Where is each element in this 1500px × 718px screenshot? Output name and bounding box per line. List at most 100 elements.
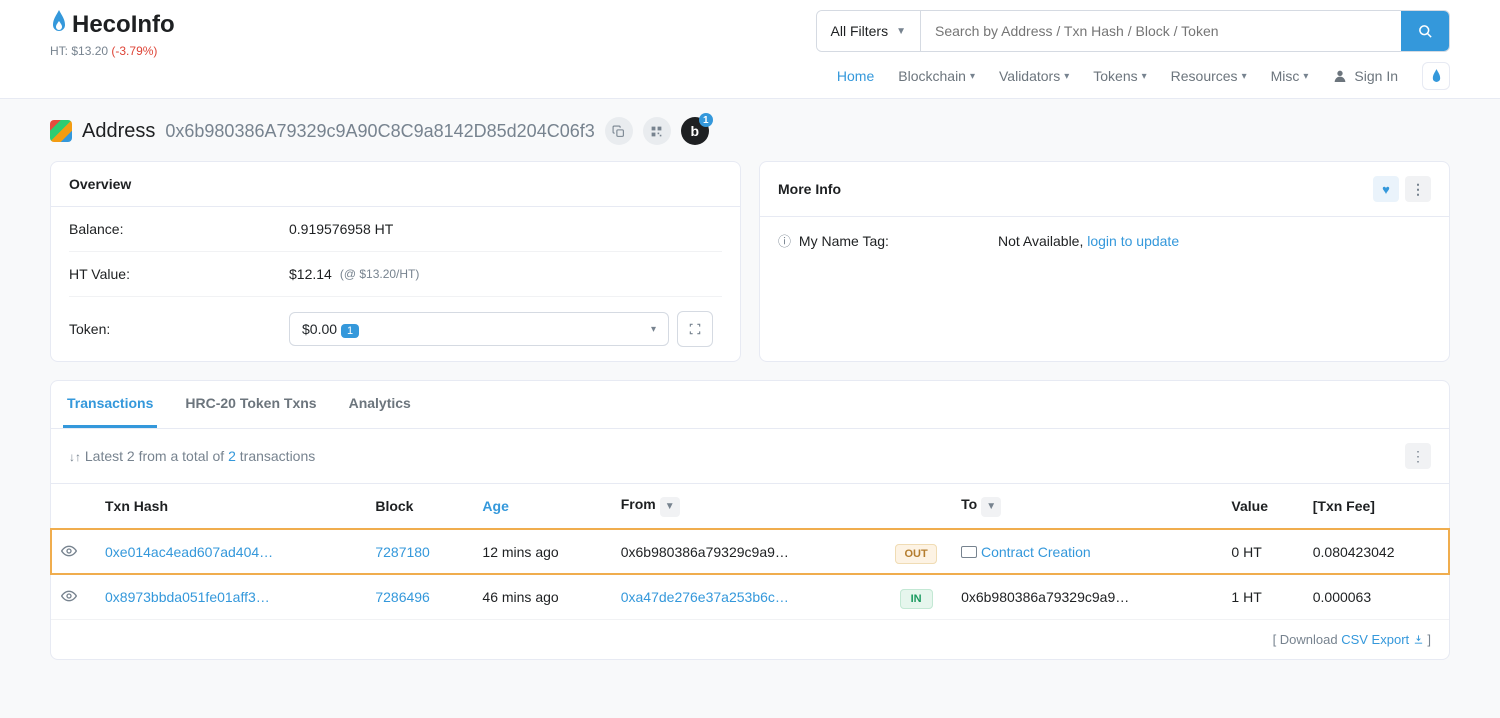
search-input[interactable]: [921, 11, 1401, 51]
from-filter-button[interactable]: ▼: [660, 497, 680, 517]
transactions-table: Txn Hash Block Age From▼ To▼ Value [Txn …: [51, 483, 1449, 620]
col-from: From: [621, 496, 656, 512]
nav-blockchain[interactable]: Blockchain▾: [898, 68, 975, 84]
user-icon: [1332, 68, 1348, 84]
nav-misc[interactable]: Misc▾: [1271, 68, 1309, 84]
view-txn-button[interactable]: [61, 589, 77, 605]
chevron-down-icon: ▾: [1303, 71, 1308, 82]
chevron-down-icon: ▾: [1142, 71, 1147, 82]
chevron-down-icon: ▾: [1242, 71, 1247, 82]
signin-link[interactable]: Sign In: [1332, 68, 1398, 84]
txn-to: 0x6b980386a79329c9a9…: [961, 589, 1129, 605]
expand-button[interactable]: [677, 311, 713, 347]
chevron-down-icon: ▾: [1064, 71, 1069, 82]
to-filter-button[interactable]: ▼: [981, 497, 1001, 517]
txn-block-link[interactable]: 7287180: [375, 544, 430, 560]
chevron-down-icon: ▾: [651, 324, 656, 335]
flame-icon: [50, 10, 68, 40]
favorite-button[interactable]: ♥: [1373, 176, 1399, 202]
htvalue-value: $12.14: [289, 266, 332, 282]
txn-fee: 0.080423042: [1303, 529, 1449, 574]
nav-tokens[interactable]: Tokens▾: [1093, 68, 1146, 84]
csv-export-link[interactable]: CSV Export: [1341, 632, 1424, 647]
expand-icon: [688, 322, 702, 336]
txn-to-link[interactable]: Contract Creation: [981, 544, 1091, 560]
qr-button[interactable]: [643, 117, 671, 145]
network-badge[interactable]: [1422, 62, 1450, 90]
col-value: Value: [1221, 484, 1302, 530]
address-header: Address 0x6b980386A79329c9A90C8C9a8142D8…: [50, 117, 1450, 145]
eye-icon: [61, 590, 77, 602]
search-filter-select[interactable]: All Filters▼: [817, 11, 921, 51]
table-options-button[interactable]: ⋮: [1405, 443, 1431, 469]
search-icon: [1418, 24, 1433, 39]
col-fee: [Txn Fee]: [1303, 484, 1449, 530]
txn-fee: 0.000063: [1303, 574, 1449, 619]
notification-count: 1: [699, 113, 713, 127]
search-bar: All Filters▼: [816, 10, 1450, 52]
txn-hash-link[interactable]: 0xe014ac4ead607ad404…: [105, 544, 273, 560]
nav-validators[interactable]: Validators▾: [999, 68, 1069, 84]
transactions-card: Transactions HRC-20 Token Txns Analytics…: [50, 380, 1450, 660]
txn-block-link[interactable]: 7286496: [375, 589, 430, 605]
table-row: 0xe014ac4ead607ad404… 7287180 12 mins ago 0…: [51, 529, 1449, 574]
col-age[interactable]: Age: [472, 484, 610, 530]
logo[interactable]: HecoInfo: [50, 10, 175, 40]
htvalue-rate: (@ $13.20/HT): [340, 267, 420, 281]
nametag-na: Not Available,: [998, 233, 1087, 249]
nametag-label: My Name Tag:: [799, 233, 889, 249]
price-ticker: HT: $13.20 (-3.79%): [50, 44, 175, 58]
token-label: Token:: [69, 321, 289, 337]
chevron-down-icon: ▾: [970, 71, 975, 82]
nav-resources[interactable]: Resources▾: [1171, 68, 1247, 84]
qr-icon: [650, 125, 663, 138]
login-update-link[interactable]: login to update: [1087, 233, 1179, 249]
search-button[interactable]: [1401, 11, 1449, 51]
tab-analytics[interactable]: Analytics: [345, 381, 415, 428]
main-nav: Home Blockchain▾ Validators▾ Tokens▾ Res…: [837, 62, 1450, 98]
direction-badge-in: IN: [900, 589, 933, 609]
moreinfo-card: More Info ♥ ⋮ ⓘ My Name Tag: Not Availab…: [759, 161, 1450, 362]
address-title: Address: [82, 120, 155, 143]
txn-age: 12 mins ago: [472, 529, 610, 574]
tab-hrc20[interactable]: HRC-20 Token Txns: [181, 381, 320, 428]
direction-badge-out: OUT: [895, 544, 936, 564]
col-to: To: [961, 496, 977, 512]
csv-export-row: [ Download CSV Export ]: [51, 620, 1449, 659]
txn-summary: ↓↑ Latest 2 from a total of 2 transactio…: [69, 448, 315, 464]
address-identicon: [50, 120, 72, 142]
nav-home[interactable]: Home: [837, 68, 874, 84]
txn-from-link[interactable]: 0xa47de276e37a253b6c…: [621, 589, 789, 605]
txn-from: 0x6b980386a79329c9a9…: [621, 544, 789, 560]
txn-age: 46 mins ago: [472, 574, 610, 619]
col-hash: Txn Hash: [95, 484, 365, 530]
chevron-down-icon: ▼: [896, 26, 906, 37]
flame-icon: [1431, 69, 1442, 84]
moreinfo-title: More Info: [778, 181, 841, 197]
download-icon: [1413, 634, 1424, 645]
txn-total-link[interactable]: 2: [228, 448, 236, 464]
overview-card: Overview Balance: 0.919576958 HT HT Valu…: [50, 161, 741, 362]
txn-value: 0 HT: [1221, 529, 1302, 574]
txn-hash-link[interactable]: 0x8973bbda051fe01aff3…: [105, 589, 270, 605]
eye-icon: [61, 545, 77, 557]
txn-value: 1 HT: [1221, 574, 1302, 619]
balance-label: Balance:: [69, 221, 289, 237]
address-hash: 0x6b980386A79329c9A90C8C9a8142D85d204C06…: [165, 121, 594, 142]
col-block: Block: [365, 484, 472, 530]
htvalue-label: HT Value:: [69, 266, 289, 282]
blockscan-badge[interactable]: b1: [681, 117, 709, 145]
tab-transactions[interactable]: Transactions: [63, 381, 157, 428]
table-row: 0x8973bbda051fe01aff3… 7286496 46 mins ago…: [51, 574, 1449, 619]
brand-name: HecoInfo: [72, 11, 175, 39]
overview-title: Overview: [51, 162, 740, 207]
more-actions-button[interactable]: ⋮: [1405, 176, 1431, 202]
contract-icon: [961, 546, 977, 558]
info-icon: ⓘ: [778, 234, 791, 249]
balance-value: 0.919576958 HT: [289, 221, 393, 237]
token-count-badge: 1: [341, 324, 359, 338]
token-dropdown[interactable]: $0.00 1 ▾: [289, 312, 669, 346]
copy-button[interactable]: [605, 117, 633, 145]
view-txn-button[interactable]: [61, 544, 77, 560]
sort-icon: ↓↑: [69, 450, 81, 464]
